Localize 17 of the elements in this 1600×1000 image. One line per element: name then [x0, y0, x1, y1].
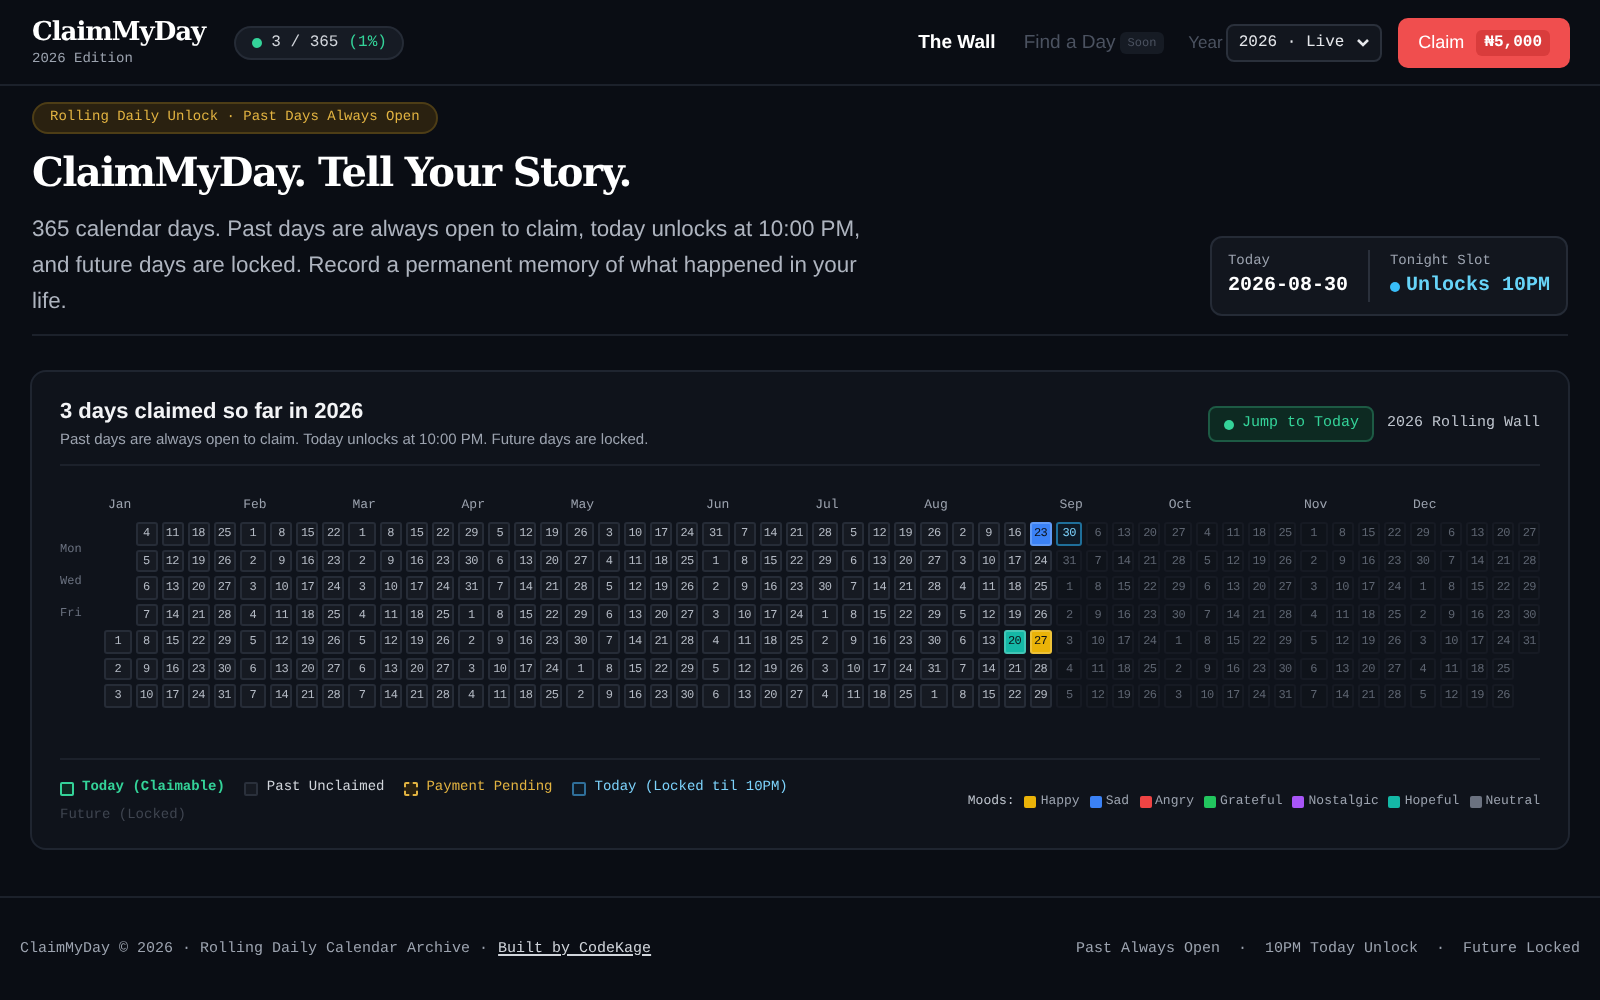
legend-swatch-icon — [404, 781, 419, 795]
progress-pill: 3 / 365 (1%) — [233, 25, 405, 59]
legend-swatch-icon — [572, 781, 587, 795]
chevron-down-icon — [1356, 37, 1371, 47]
today-date: 2026-08-30 — [1227, 276, 1348, 298]
year-select[interactable]: 2026 · Live — [1226, 23, 1383, 61]
hero-description: 365 calendar days. Past days are always open to claim, today unlocks at 10:00 PM, and future days are locked. Record a permanent memory of what happened in your life. — [32, 216, 863, 318]
hero-title: ClaimMyDay. Tell Your Story. — [32, 148, 633, 196]
legend-swatch-icon — [244, 781, 259, 795]
status-dot-icon — [251, 37, 262, 47]
logo[interactable]: ClaimMyDay — [32, 17, 206, 47]
nav-link[interactable]: The Wall — [918, 31, 996, 53]
slot-status: Unlocks 10PM — [1389, 276, 1550, 298]
wall-title: 3 days claimed so far in 2026 — [60, 400, 366, 424]
claim-button[interactable]: Claim ₦5,000 — [1398, 17, 1570, 67]
legend-swatch-icon — [60, 781, 74, 795]
year-label: Year — [1188, 32, 1223, 52]
